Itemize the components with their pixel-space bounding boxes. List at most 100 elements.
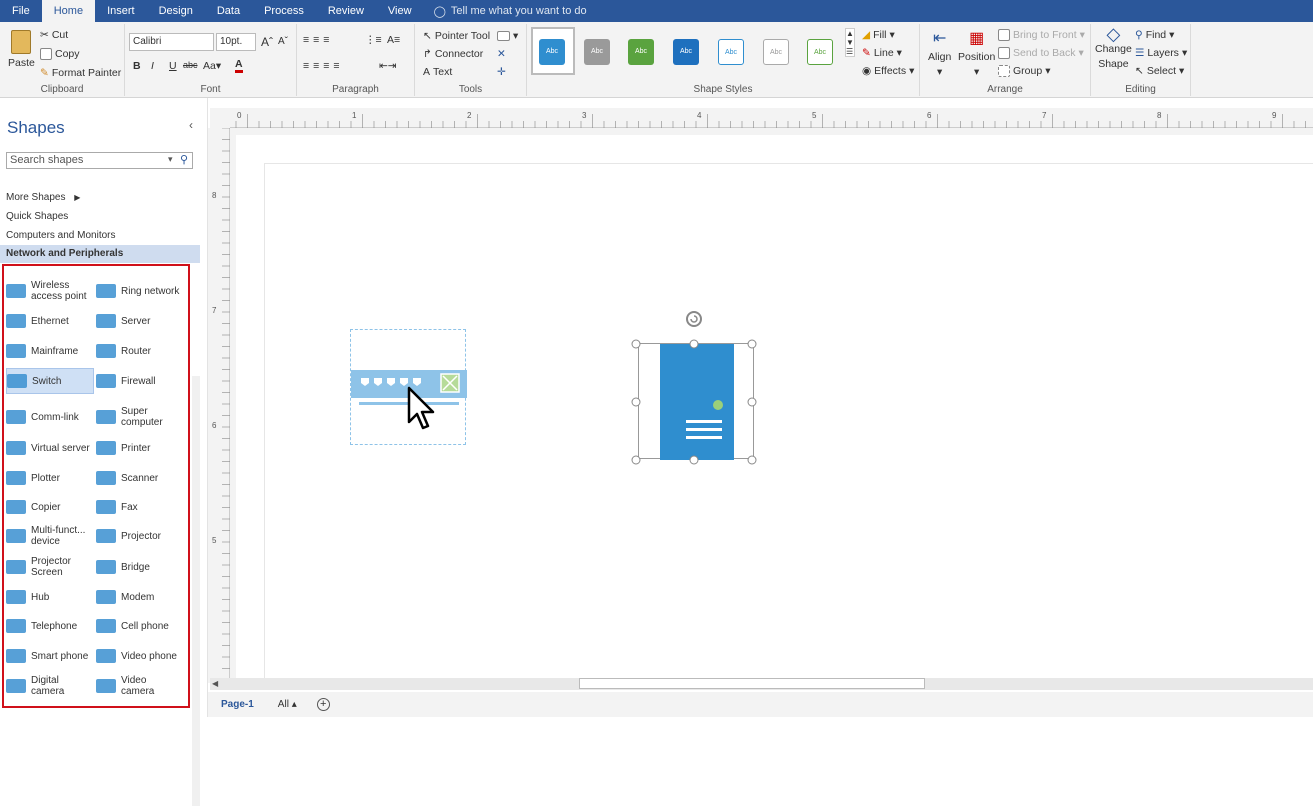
stencil-shape-digital-camera[interactable]: Digital camera (6, 673, 94, 699)
text-tool-button[interactable]: A Text (423, 66, 452, 78)
stencil-shape-virtual-server[interactable]: Virtual server (6, 435, 94, 461)
stencil-shape-super-computer[interactable]: Super computer (96, 404, 190, 430)
search-icon[interactable]: ⚲ (180, 153, 188, 166)
stencil-shape-mainframe[interactable]: Mainframe (6, 338, 94, 364)
stencil-shape-modem[interactable]: Modem (96, 584, 190, 610)
horizontal-scrollbar[interactable]: ◀ (210, 678, 1313, 690)
stencil-shape-projector-screen[interactable]: Projector Screen (6, 554, 94, 580)
style-swatch-3[interactable]: Abc (628, 39, 654, 65)
font-size-select[interactable]: 10pt. (216, 33, 256, 51)
bold-button[interactable]: B (133, 60, 141, 72)
network-peripherals-item[interactable]: Network and Peripherals (0, 245, 200, 263)
stencil-shape-plotter[interactable]: Plotter (6, 465, 94, 491)
stencil-shape-hub[interactable]: Hub (6, 584, 94, 610)
collapse-chevron-icon[interactable]: ‹ (189, 118, 193, 132)
bring-to-front-button[interactable]: Bring to Front ▾ (998, 29, 1085, 41)
search-dropdown-icon[interactable]: ▾ (168, 154, 173, 165)
format-painter-button[interactable]: ✎ Format Painter (40, 67, 121, 79)
stencil-shape-ring-network[interactable]: Ring network (96, 278, 190, 304)
effects-button[interactable]: ◉ Effects ▾ (862, 65, 914, 77)
cut-button[interactable]: ✂ Cut (40, 29, 68, 41)
font-color-button[interactable]: A (235, 58, 243, 73)
style-swatch-7[interactable]: Abc (807, 39, 833, 65)
align-buttons-top[interactable]: ≡≡≡ (303, 34, 333, 46)
add-page-icon[interactable]: + (316, 698, 330, 711)
paste-button[interactable]: Paste (8, 30, 35, 69)
styles-scroll-buttons[interactable]: ▲ ▼ ☰ (845, 28, 855, 57)
line-button[interactable]: ✎ Line ▾ (862, 47, 902, 59)
stencil-shape-firewall[interactable]: Firewall (96, 368, 190, 394)
drawing-page[interactable] (236, 135, 1313, 678)
stencil-shape-router[interactable]: Router (96, 338, 190, 364)
connector-button[interactable]: ↱ Connector (423, 48, 483, 60)
search-shapes-input[interactable]: Search shapes (6, 152, 193, 169)
fill-button[interactable]: ◢ Fill ▾ (862, 29, 895, 41)
stencil-shape-video-camera[interactable]: Video camera (96, 673, 190, 699)
stencil-shape-switch[interactable]: Switch (6, 368, 94, 394)
selection-handles[interactable] (631, 307, 762, 465)
change-case-button[interactable]: Aa▾ (203, 60, 221, 72)
switch-shape-drag-preview[interactable] (350, 329, 467, 445)
style-swatch-4[interactable]: Abc (673, 39, 699, 65)
layers-button[interactable]: ☰ Layers ▾ (1135, 47, 1187, 59)
stencil-shape-cell-phone[interactable]: Cell phone (96, 613, 190, 639)
tab-review[interactable]: Review (316, 0, 376, 22)
select-button[interactable]: ↖ Select ▾ (1135, 65, 1184, 77)
tell-me-box[interactable]: ◯ Tell me what you want to do (434, 5, 587, 18)
stencil-scrollbar[interactable] (192, 376, 200, 806)
style-swatch-5[interactable]: Abc (718, 39, 744, 65)
tab-process[interactable]: Process (252, 0, 316, 22)
tab-insert[interactable]: Insert (95, 0, 147, 22)
find-button[interactable]: ⚲ Find ▾ (1135, 29, 1174, 41)
stencil-shape-smart-phone[interactable]: Smart phone (6, 643, 94, 669)
change-shape-button[interactable]: ◇ Change Shape (1095, 25, 1132, 70)
stencil-shape-video-phone[interactable]: Video phone (96, 643, 190, 669)
rectangle-tool-button[interactable]: ▾ (497, 30, 518, 42)
tab-home[interactable]: Home (41, 0, 96, 22)
text-block-icon[interactable]: A≡ (387, 34, 400, 46)
pointer-tool-button[interactable]: ↖ Pointer Tool (423, 30, 490, 42)
shrink-font-button[interactable]: Aˇ (278, 36, 288, 47)
stencil-shape-scanner[interactable]: Scanner (96, 465, 190, 491)
stencil-shape-printer[interactable]: Printer (96, 435, 190, 461)
font-name-select[interactable]: Calibri (129, 33, 214, 51)
style-swatch-6[interactable]: Abc (763, 39, 789, 65)
stencil-shape-bridge[interactable]: Bridge (96, 554, 190, 580)
bullets-button[interactable]: ⋮≡ (365, 34, 382, 46)
stencil-shape-fax[interactable]: Fax (96, 494, 190, 520)
tab-file[interactable]: File (0, 0, 42, 22)
stencil-shape-copier[interactable]: Copier (6, 494, 94, 520)
quick-shapes-item[interactable]: Quick Shapes (6, 211, 68, 222)
all-pages-button[interactable]: All ▴ (278, 699, 297, 710)
indent-buttons[interactable]: ⇤⇥ (379, 60, 397, 72)
computers-monitors-item[interactable]: Computers and Monitors (6, 230, 116, 241)
horizontal-scroll-thumb[interactable] (579, 678, 925, 689)
close-icon[interactable]: ✕ (497, 48, 506, 60)
stencil-shape-multi-funct-device[interactable]: Multi-funct... device (6, 523, 94, 549)
more-shapes-item[interactable]: More Shapes ▶ (6, 192, 80, 203)
server-shape-selected[interactable] (631, 311, 757, 465)
grow-font-button[interactable]: Aˆ (261, 35, 273, 49)
stencil-shape-comm-link[interactable]: Comm-link (6, 404, 94, 430)
page-1-tab[interactable]: Page-1 (221, 699, 254, 710)
tab-data[interactable]: Data (205, 0, 252, 22)
stencil-shape-wireless-access-point[interactable]: Wireless access point (6, 278, 94, 304)
connection-point-icon[interactable]: ✛ (497, 66, 506, 78)
italic-button[interactable]: I (151, 60, 154, 72)
align-button[interactable]: ⇤ Align ▾ (928, 28, 951, 78)
style-swatch-1[interactable]: Abc (539, 39, 565, 65)
stencil-shape-telephone[interactable]: Telephone (6, 613, 94, 639)
style-swatch-2[interactable]: Abc (584, 39, 610, 65)
group-button[interactable]: Group ▾ (998, 65, 1050, 77)
tab-view[interactable]: View (376, 0, 424, 22)
send-to-back-button[interactable]: Send to Back ▾ (998, 47, 1084, 59)
copy-button[interactable]: Copy (40, 48, 80, 60)
tab-design[interactable]: Design (147, 0, 205, 22)
stencil-shape-server[interactable]: Server (96, 308, 190, 334)
stencil-shape-projector[interactable]: Projector (96, 523, 190, 549)
scroll-left-icon[interactable]: ◀ (212, 679, 218, 688)
align-buttons-bottom[interactable]: ≡≡≡≡ (303, 60, 344, 72)
strikethrough-button[interactable]: abc (183, 60, 198, 70)
stencil-shape-ethernet[interactable]: Ethernet (6, 308, 94, 334)
position-button[interactable]: ▦ Position ▾ (958, 28, 995, 78)
